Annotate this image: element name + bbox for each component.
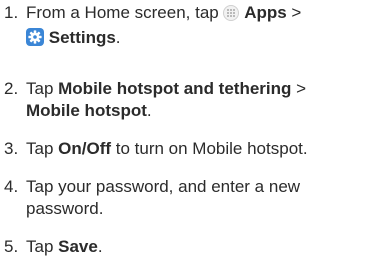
step-text: Tap On/Off to turn on Mobile hotspot. [26,138,383,160]
step-text-period: . [146,101,152,120]
apps-grid-icon [223,5,240,27]
apps-label: Apps [244,3,287,22]
step-text-separator: > [291,79,307,98]
step-text: From a Home screen, tap Apps > Settings. [26,2,383,52]
step-text: Tap your password, and enter a new passw… [26,176,383,220]
step-text-line-2: password. [26,199,104,218]
settings-label: Settings [48,28,116,47]
step-text-segment: Tap [26,79,59,98]
step-text: Tap Save. [26,236,383,258]
step-text-segment: From a Home screen, tap [26,3,224,22]
step-number: 5. [4,237,19,256]
step-number: 4. [4,177,19,196]
mobile-hotspot-label: Mobile hotspot [26,101,147,120]
step-text-segment: Tap [26,139,59,158]
step-number: 1. [4,3,19,22]
save-label: Save [58,237,98,256]
step-text-segment: Tap [26,237,59,256]
step-text-line-1: Tap your password, and enter a new [26,177,301,196]
step-text-segment: to turn on Mobile hotspot. [111,139,308,158]
on-off-label: On/Off [58,139,112,158]
instruction-steps: 1. From a Home screen, tap Apps > Settin… [0,0,389,262]
mobile-hotspot-tethering-label: Mobile hotspot and tethering [58,79,292,98]
step-number: 3. [4,139,19,158]
step-text: Tap Mobile hotspot and tethering > Mobil… [26,78,383,122]
step-text-period: . [97,237,103,256]
settings-gear-icon [26,28,44,52]
step-text-period: . [115,28,121,47]
step-text-separator: > [286,3,302,22]
step-number: 2. [4,79,19,98]
